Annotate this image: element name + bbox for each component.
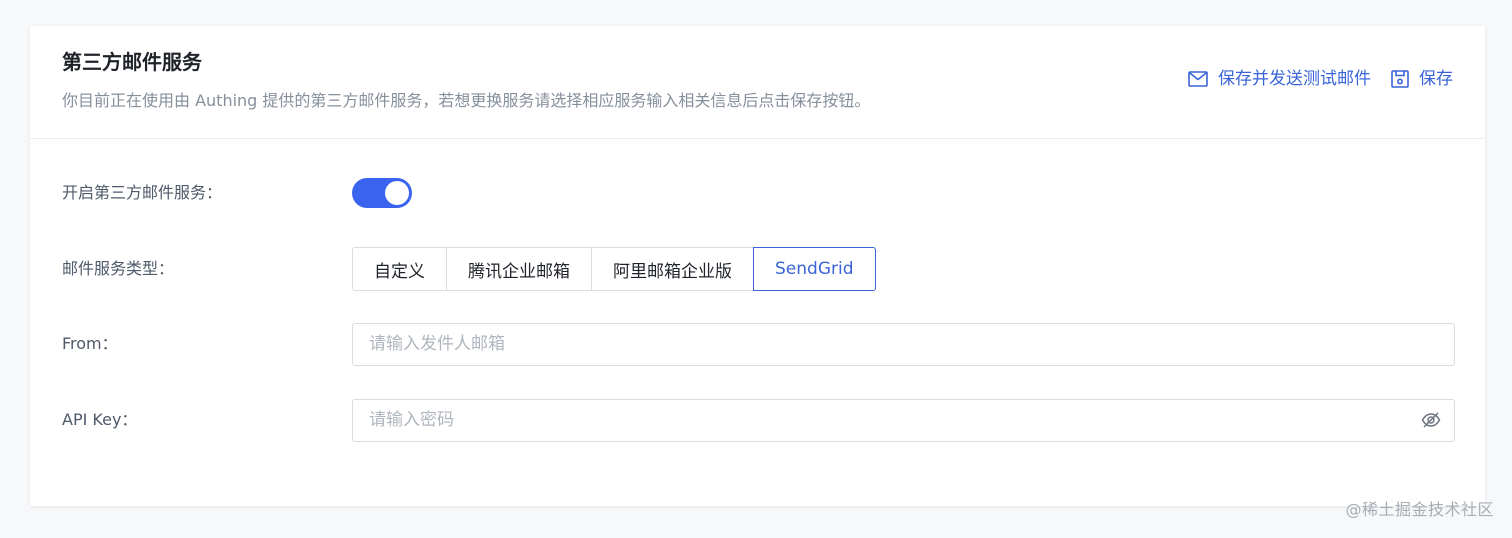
- save-button[interactable]: 保存: [1391, 67, 1453, 91]
- header-actions: 保存并发送测试邮件 保存: [1188, 67, 1453, 91]
- service-type-label: 邮件服务类型：: [62, 259, 175, 278]
- service-type-radio-group: 自定义 腾讯企业邮箱 阿里邮箱企业版 SendGrid: [352, 247, 876, 291]
- api-key-label: API Key：: [62, 410, 138, 429]
- enable-control: [352, 171, 412, 215]
- service-option-sendgrid[interactable]: SendGrid: [753, 247, 876, 291]
- api-key-row: API Key：: [30, 398, 1485, 442]
- service-option-custom[interactable]: 自定义: [352, 247, 447, 291]
- email-service-card: 第三方邮件服务 你目前正在使用由 Authing 提供的第三方邮件服务，若想更换…: [30, 26, 1485, 506]
- save-icon: [1391, 70, 1409, 88]
- save-label: 保存: [1419, 69, 1453, 89]
- service-option-tencent[interactable]: 腾讯企业邮箱: [446, 247, 592, 291]
- from-control: [352, 322, 1455, 366]
- enable-switch[interactable]: [352, 178, 412, 208]
- page-title: 第三方邮件服务: [62, 50, 202, 74]
- api-key-wrapper: [352, 398, 1455, 442]
- service-type-row: 邮件服务类型： 自定义 腾讯企业邮箱 阿里邮箱企业版 SendGrid: [30, 247, 1485, 291]
- save-and-send-test-button[interactable]: 保存并发送测试邮件: [1188, 67, 1371, 91]
- service-type-control: 自定义 腾讯企业邮箱 阿里邮箱企业版 SendGrid: [352, 247, 876, 291]
- eye-off-icon[interactable]: [1421, 410, 1441, 434]
- enable-label: 开启第三方邮件服务：: [62, 183, 223, 202]
- api-key-control: [352, 398, 1455, 442]
- save-and-send-test-label: 保存并发送测试邮件: [1218, 69, 1371, 89]
- from-input[interactable]: [352, 322, 1455, 366]
- watermark: @稀土掘金技术社区: [1345, 500, 1494, 519]
- service-option-aliyun[interactable]: 阿里邮箱企业版: [591, 247, 754, 291]
- from-row: From：: [30, 322, 1485, 366]
- from-label: From：: [62, 334, 118, 353]
- enable-row: 开启第三方邮件服务：: [30, 171, 1485, 215]
- card-header: 第三方邮件服务 你目前正在使用由 Authing 提供的第三方邮件服务，若想更换…: [30, 26, 1485, 139]
- api-key-input[interactable]: [352, 398, 1455, 442]
- mail-icon: [1188, 71, 1208, 87]
- switch-knob: [385, 181, 409, 205]
- page-description: 你目前正在使用由 Authing 提供的第三方邮件服务，若想更换服务请选择相应服…: [62, 91, 871, 110]
